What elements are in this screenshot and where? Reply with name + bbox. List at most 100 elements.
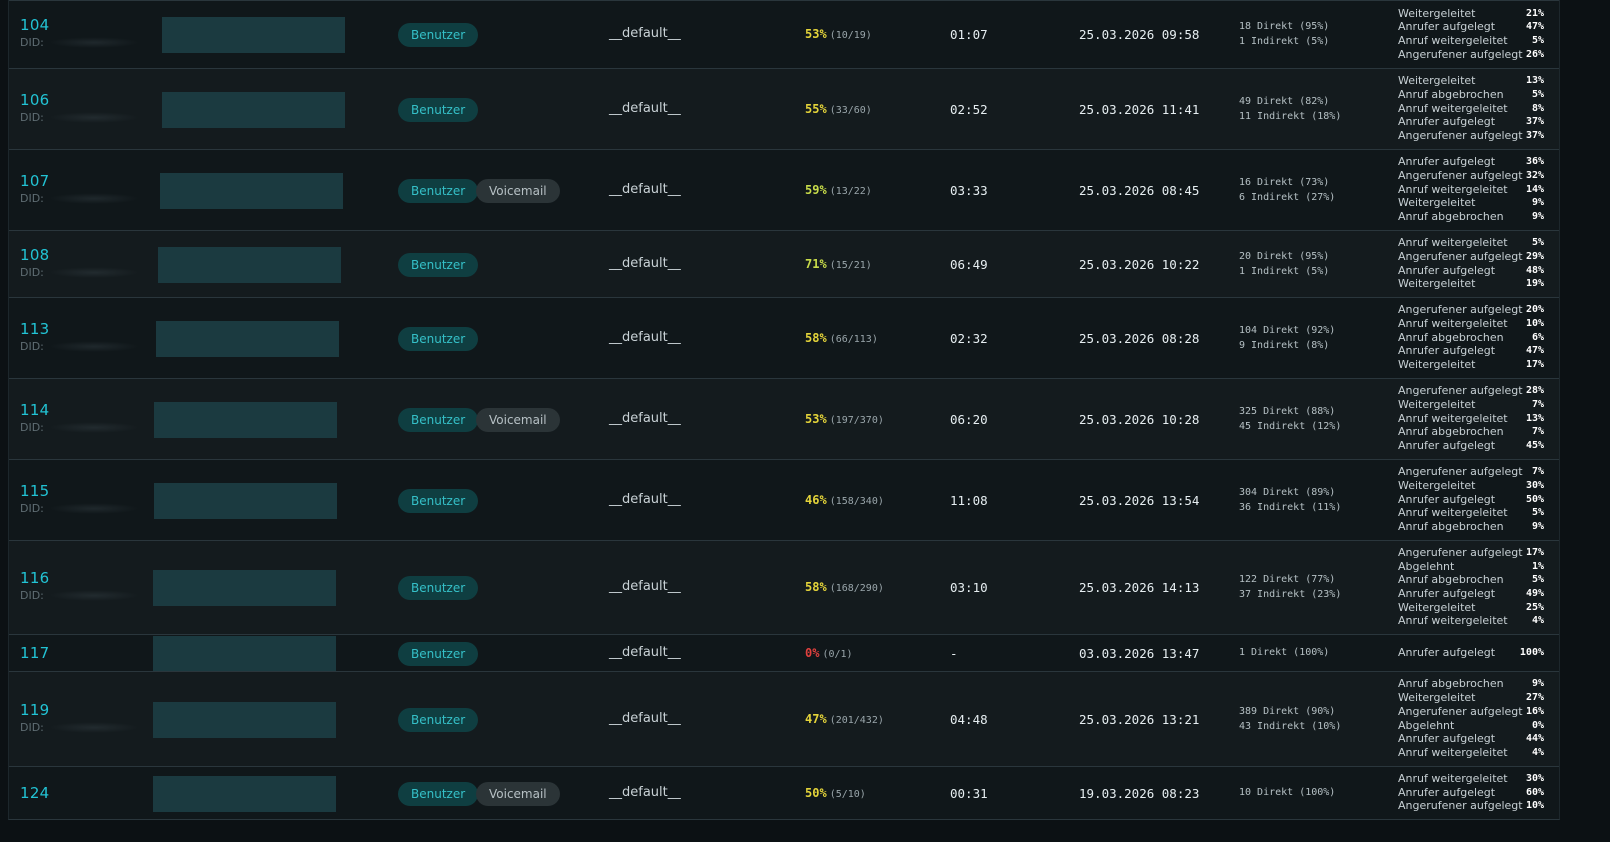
end-reason-label: Anruf abgebrochen [1398, 573, 1504, 587]
extension-number[interactable]: 107 [20, 172, 50, 190]
rate-count: (15/21) [829, 259, 872, 271]
end-reason-label: Anrufer aufgelegt [1398, 115, 1496, 129]
table-row[interactable]: 115 DID: Benutzer __default__ 46% (158/340) 11… [9, 459, 1559, 540]
end-reason-item: Anruf weitergeleitet 5% [1398, 506, 1544, 520]
end-reason-item: Angerufener aufgelegt 32% [1398, 169, 1544, 183]
redacted-name [153, 775, 336, 812]
end-reason-value: 37% [1525, 116, 1544, 128]
end-reason-item: Anrufer aufgelegt 36% [1398, 155, 1544, 169]
end-reason-label: Weitergeleitet [1398, 600, 1476, 614]
redacted-name [154, 401, 337, 438]
end-reason-label: Anruf weitergeleitet [1398, 411, 1508, 425]
end-reason-item: Weitergeleitet 7% [1398, 398, 1544, 412]
distribution-line: 10 Direkt (100%) [1239, 787, 1336, 798]
rate-percent: 46% [805, 492, 827, 507]
end-reason-value: 10% [1525, 800, 1544, 812]
end-reason-value: 48% [1525, 264, 1544, 276]
table-row[interactable]: 117 Benutzer __default__ 0% (0/1) - 03.03.2026… [9, 634, 1559, 672]
redacted-name [154, 482, 337, 519]
table-row[interactable]: 108 DID: Benutzer __default__ 71% (15/21) 06:4… [9, 230, 1559, 297]
table-row[interactable]: 104 DID: Benutzer __default__ 53% (10/19) 01:0… [9, 0, 1559, 68]
end-reason-label: Angerufener aufgelegt [1398, 799, 1523, 813]
last-call-time: 25.03.2026 11:41 [1079, 101, 1200, 117]
end-reason-value: 9% [1531, 211, 1544, 223]
end-reason-label: Weitergeleitet [1398, 478, 1476, 492]
call-distribution: 304 Direkt (89%) 36 Indirekt (11%) [1239, 485, 1341, 515]
end-reasons: Anrufer aufgelegt 100% [1398, 646, 1544, 660]
extension-number[interactable]: 108 [20, 246, 50, 264]
end-reason-label: Anruf abgebrochen [1398, 425, 1504, 439]
avg-duration: 01:07 [950, 27, 988, 42]
extension-number[interactable]: 119 [20, 701, 50, 719]
rate-count: (5/10) [829, 788, 866, 800]
end-reason-item: Anruf weitergeleitet 4% [1398, 614, 1544, 628]
distribution-line: 43 Indirekt (10%) [1239, 720, 1342, 732]
table-row[interactable]: 107 DID: Benutzer Voicemail __default__ 59% (1… [9, 149, 1559, 230]
end-reason-label: Abgelehnt [1398, 718, 1455, 732]
end-reasons: Anruf weitergeleitet 30% Anrufer aufgelegt… [1398, 772, 1544, 813]
redacted-name [160, 172, 343, 209]
answer-rate: 0% (0/1) [805, 646, 853, 660]
last-call-time: 25.03.2026 13:54 [1079, 492, 1200, 508]
end-reason-label: Anruf abgebrochen [1398, 210, 1504, 224]
end-reason-value: 28% [1525, 385, 1544, 397]
extension-number[interactable]: 124 [20, 784, 50, 802]
end-reason-value: 9% [1531, 521, 1544, 533]
call-distribution: 122 Direkt (77%) 37 Indirekt (23%) [1239, 572, 1341, 602]
table-row[interactable]: 119 DID: Benutzer __default__ 47% (201/432) 04… [9, 671, 1559, 766]
table-row[interactable]: 116 DID: Benutzer __default__ 58% (168/290) 03… [9, 540, 1559, 634]
table-row[interactable]: 124 Benutzer Voicemail __default__ 50% (5/10)… [9, 766, 1559, 819]
extension-number[interactable]: 114 [20, 401, 50, 419]
end-reason-value: 26% [1525, 48, 1544, 60]
distribution-line: 45 Indirekt (12%) [1239, 420, 1342, 432]
end-reason-item: Weitergeleitet 21% [1398, 7, 1544, 21]
extension-number[interactable]: 106 [20, 91, 50, 109]
end-reason-value: 21% [1525, 7, 1544, 19]
last-call-time: 25.03.2026 10:28 [1079, 411, 1200, 427]
end-reasons: Anruf weitergeleitet 5% Angerufener aufgel… [1398, 236, 1544, 291]
extension-number[interactable]: 113 [20, 320, 50, 338]
redacted-name [162, 91, 345, 128]
end-reason-item: Anruf abgebrochen 6% [1398, 331, 1544, 345]
extension-number[interactable]: 116 [20, 569, 50, 587]
extension-number[interactable]: 117 [20, 644, 50, 662]
avg-duration: 06:20 [950, 411, 988, 427]
extension-number[interactable]: 115 [20, 482, 50, 500]
end-reason-label: Anrufer aufgelegt [1398, 439, 1496, 453]
did-label: DID: [20, 110, 44, 124]
badge-voicemail: Voicemail [476, 178, 560, 203]
end-reason-item: Angerufener aufgelegt 16% [1398, 705, 1544, 719]
end-reason-label: Weitergeleitet [1398, 277, 1476, 291]
distribution-line: 18 Direkt (95%) [1239, 21, 1330, 32]
redacted-name [158, 246, 341, 283]
table-row[interactable]: 114 DID: Benutzer Voicemail __default__ 53% (1… [9, 378, 1559, 459]
end-reason-item: Anruf weitergeleitet 14% [1398, 183, 1544, 197]
end-reason-label: Angerufener aufgelegt [1398, 384, 1523, 398]
end-reason-item: Anruf weitergeleitet 30% [1398, 772, 1544, 786]
end-reason-value: 16% [1525, 705, 1544, 717]
call-distribution: 49 Direkt (82%) 11 Indirekt (18%) [1239, 94, 1341, 124]
distribution-line: 1 Indirekt (5%) [1239, 265, 1330, 277]
end-reason-label: Weitergeleitet [1398, 397, 1476, 411]
last-call-time: 25.03.2026 08:45 [1079, 182, 1200, 198]
end-reason-item: Weitergeleitet 30% [1398, 479, 1544, 493]
extension-number[interactable]: 104 [20, 16, 50, 34]
distribution-line: 49 Direkt (82%) [1239, 95, 1330, 107]
end-reason-label: Anrufer aufgelegt [1398, 155, 1496, 169]
end-reason-value: 25% [1525, 601, 1544, 613]
end-reason-item: Anruf abgebrochen 9% [1398, 677, 1544, 691]
table-row[interactable]: 106 DID: Benutzer __default__ 55% (33/60) 02:5… [9, 68, 1559, 149]
end-reason-item: Weitergeleitet 17% [1398, 358, 1544, 372]
table-row[interactable]: 113 DID: Benutzer __default__ 58% (66/113) 02:… [9, 297, 1559, 378]
end-reason-item: Anrufer aufgelegt 37% [1398, 115, 1544, 129]
end-reason-item: Anrufer aufgelegt 48% [1398, 264, 1544, 278]
distribution-line: 20 Direkt (95%) [1239, 250, 1330, 262]
end-reason-value: 1% [1531, 560, 1544, 572]
end-reason-item: Abgelehnt 0% [1398, 719, 1544, 733]
answer-rate: 53% (10/19) [805, 27, 872, 41]
last-call-time: 25.03.2026 14:13 [1079, 580, 1200, 595]
call-distribution: 325 Direkt (88%) 45 Indirekt (12%) [1239, 404, 1341, 434]
end-reason-label: Anrufer aufgelegt [1398, 263, 1496, 277]
end-reason-value: 32% [1525, 169, 1544, 181]
end-reason-value: 10% [1525, 317, 1544, 329]
